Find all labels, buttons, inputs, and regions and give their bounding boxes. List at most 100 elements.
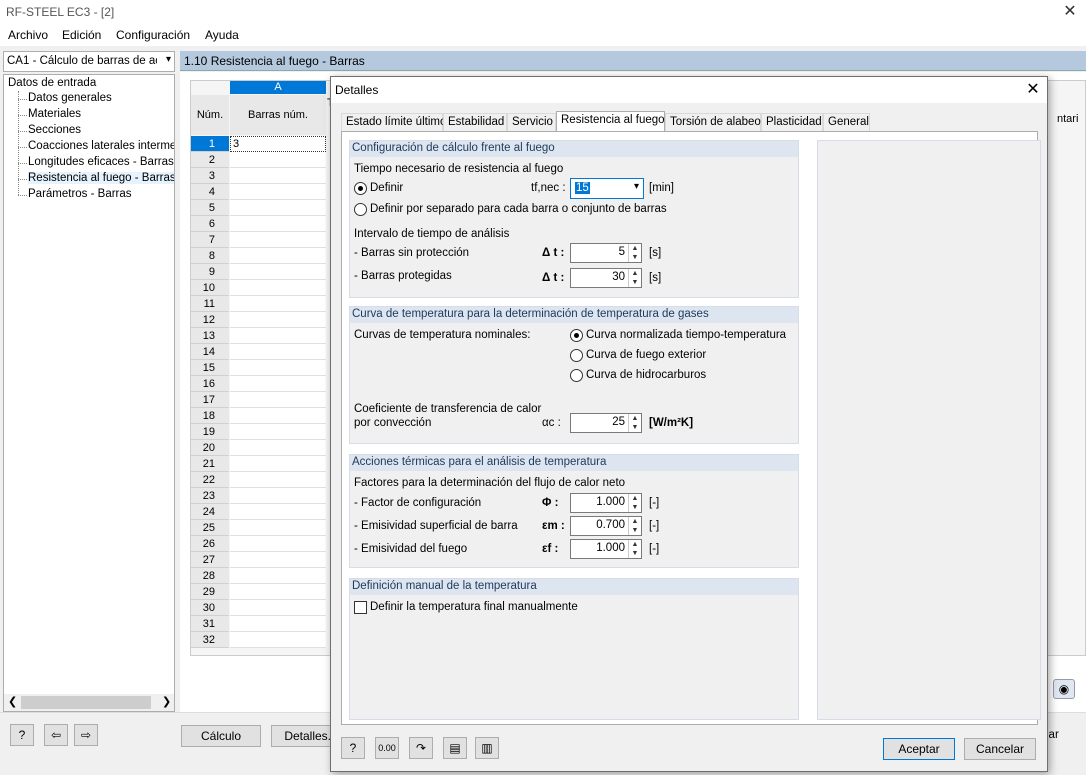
table-cell-bars[interactable]	[230, 472, 326, 488]
save-icon[interactable]: ▥	[475, 737, 499, 759]
table-row-number[interactable]: 23	[191, 488, 229, 504]
tab-servicio[interactable]: Servicio	[507, 113, 556, 131]
table-cell-bars[interactable]	[230, 360, 326, 376]
table-row-number[interactable]: 2	[191, 152, 229, 168]
table-row-number[interactable]: 32	[191, 632, 229, 648]
radio-standard-curve[interactable]	[570, 329, 583, 342]
table-row-number[interactable]: 31	[191, 616, 229, 632]
radio-separate-label[interactable]: Definir por separado para cada barra o c…	[370, 203, 667, 215]
column-letter-a[interactable]: A	[230, 81, 326, 94]
scroll-right-icon[interactable]: ❯	[162, 695, 171, 708]
manual-temp-label[interactable]: Definir la temperatura final manualmente	[370, 601, 578, 613]
table-row-number[interactable]: 6	[191, 216, 229, 232]
tree-item-resistencia-fuego[interactable]: Resistencia al fuego - Barras	[28, 172, 174, 184]
table-cell-bars[interactable]	[230, 280, 326, 296]
export-icon[interactable]: ⇨	[74, 724, 98, 746]
protected-spin[interactable]: 30 ▲ ▼	[570, 268, 642, 288]
table-cell-bars[interactable]	[230, 552, 326, 568]
help-icon[interactable]: ?	[10, 724, 34, 746]
table-cell-bars[interactable]: 3	[230, 136, 326, 152]
table-row-number[interactable]: 10	[191, 280, 229, 296]
config-factor-spin[interactable]: 1.000 ▲ ▼	[570, 493, 642, 513]
manual-temp-checkbox[interactable]	[354, 601, 367, 614]
eye-icon[interactable]: ◉	[1053, 679, 1075, 699]
table-cell-bars[interactable]	[230, 520, 326, 536]
table-row-number[interactable]: 4	[191, 184, 229, 200]
spinner-arrows-icon[interactable]: ▲ ▼	[628, 540, 641, 558]
table-cell-bars[interactable]	[230, 248, 326, 264]
table-cell-bars[interactable]	[230, 456, 326, 472]
table-cell-bars[interactable]	[230, 440, 326, 456]
table-row-number[interactable]: 1	[191, 136, 229, 152]
table-row-number[interactable]: 27	[191, 552, 229, 568]
table-cell-bars[interactable]	[230, 328, 326, 344]
units-icon[interactable]: 0.00	[375, 737, 399, 759]
table-cell-bars[interactable]	[230, 568, 326, 584]
radio-standard-label[interactable]: Curva normalizada tiempo-temperatura	[586, 329, 786, 341]
table-cell-bars[interactable]	[230, 424, 326, 440]
table-row-number[interactable]: 16	[191, 376, 229, 392]
table-cell-bars[interactable]	[230, 392, 326, 408]
table-cell-bars[interactable]	[230, 632, 326, 648]
load-icon[interactable]: ▤	[443, 737, 467, 759]
table-cell-bars[interactable]	[230, 232, 326, 248]
table-row-number[interactable]: 15	[191, 360, 229, 376]
spinner-arrows-icon[interactable]: ▲ ▼	[628, 244, 641, 262]
horizontal-scrollbar[interactable]: ❮ ❯	[4, 694, 174, 711]
tab-estado-limite[interactable]: Estado límite último	[341, 113, 446, 131]
tab-estabilidad[interactable]: Estabilidad	[443, 113, 507, 131]
table-row-number[interactable]: 20	[191, 440, 229, 456]
dialog-close-icon[interactable]: ✕	[1023, 80, 1043, 100]
table-cell-bars[interactable]	[230, 488, 326, 504]
table-cell-bars[interactable]	[230, 152, 326, 168]
table-row-number[interactable]: 11	[191, 296, 229, 312]
table-cell-bars[interactable]	[230, 584, 326, 600]
table-row-number[interactable]: 26	[191, 536, 229, 552]
radio-external-label[interactable]: Curva de fuego exterior	[586, 349, 706, 361]
menu-configuracion[interactable]: Configuración	[116, 28, 190, 42]
table-row-number[interactable]: 28	[191, 568, 229, 584]
tree-item-coacciones[interactable]: Coacciones laterales intermedias	[28, 140, 174, 152]
reset-arrow-icon[interactable]: ↷	[409, 737, 433, 759]
tree-item-secciones[interactable]: Secciones	[28, 124, 81, 136]
calc-button[interactable]: Cálculo	[181, 725, 261, 747]
table-cell-bars[interactable]	[230, 184, 326, 200]
window-close-icon[interactable]: ✕	[1060, 2, 1080, 22]
table-row-number[interactable]: 7	[191, 232, 229, 248]
table-row-number[interactable]: 25	[191, 520, 229, 536]
table-row-number[interactable]: 13	[191, 328, 229, 344]
emis-bar-spin[interactable]: 0.700 ▲ ▼	[570, 516, 642, 536]
table-cell-bars[interactable]	[230, 296, 326, 312]
table-row-number[interactable]: 19	[191, 424, 229, 440]
tree-item-parametros[interactable]: Parámetros - Barras	[28, 188, 132, 200]
tree-item-datos-generales[interactable]: Datos generales	[28, 92, 112, 104]
tree-root[interactable]: Datos de entrada	[8, 77, 96, 89]
table-cell-bars[interactable]	[230, 536, 326, 552]
tab-plasticidad[interactable]: Plasticidad	[761, 113, 823, 131]
table-row-number[interactable]: 17	[191, 392, 229, 408]
radio-separate[interactable]	[354, 203, 367, 216]
table-row-number[interactable]: 12	[191, 312, 229, 328]
tree-item-materiales[interactable]: Materiales	[28, 108, 81, 120]
table-row-number[interactable]: 22	[191, 472, 229, 488]
scroll-thumb[interactable]	[21, 696, 151, 709]
table-cell-bars[interactable]	[230, 216, 326, 232]
unprotected-spin[interactable]: 5 ▲ ▼	[570, 243, 642, 263]
scroll-left-icon[interactable]: ❮	[8, 695, 17, 708]
table-row-number[interactable]: 30	[191, 600, 229, 616]
table-cell-bars[interactable]	[230, 408, 326, 424]
table-row-number[interactable]: 9	[191, 264, 229, 280]
spinner-arrows-icon[interactable]: ▲ ▼	[628, 414, 641, 432]
radio-define[interactable]	[354, 182, 367, 195]
table-row-number[interactable]: 21	[191, 456, 229, 472]
table-row-number[interactable]: 5	[191, 200, 229, 216]
radio-define-label[interactable]: Definir	[370, 182, 403, 194]
emis-fire-spin[interactable]: 1.000 ▲ ▼	[570, 539, 642, 559]
tab-general[interactable]: General	[823, 113, 870, 131]
table-cell-bars[interactable]	[230, 600, 326, 616]
radio-hydro-curve[interactable]	[570, 369, 583, 382]
table-row-number[interactable]: 24	[191, 504, 229, 520]
table-row-number[interactable]: 18	[191, 408, 229, 424]
table-cell-bars[interactable]	[230, 344, 326, 360]
radio-external-curve[interactable]	[570, 349, 583, 362]
